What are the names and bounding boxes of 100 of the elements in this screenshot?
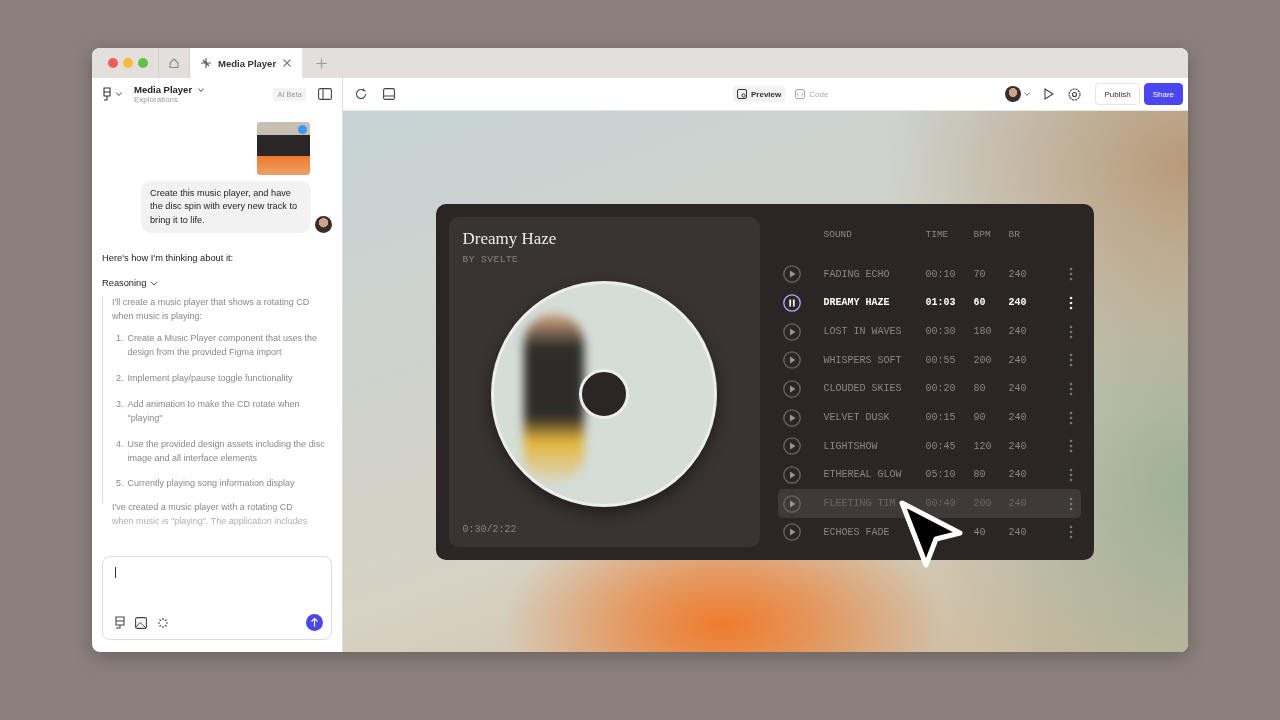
track-br: 240 [1008, 383, 1028, 395]
track-name: LOST IN WAVES [823, 326, 903, 338]
track-bpm: 80 [973, 469, 987, 481]
track-br: 240 [1008, 354, 1028, 366]
track-row[interactable]: LIGHTSHOW 00:45 120 240 [777, 431, 1081, 461]
track-time: 05:10 [925, 469, 957, 481]
track-bpm: 60 [973, 297, 987, 309]
playback-time: 0:30/2:22 [462, 523, 518, 535]
settings-icon[interactable] [1068, 87, 1082, 101]
play-button-icon[interactable] [782, 265, 801, 284]
track-bpm: 80 [973, 383, 987, 395]
play-button-icon[interactable] [782, 494, 801, 513]
column-header: SOUND [823, 228, 853, 240]
track-br: 240 [1008, 412, 1028, 424]
caret-icon[interactable] [116, 92, 122, 96]
assistant-message: Here's how I'm thinking about it: [102, 253, 235, 264]
track-br: 240 [1008, 268, 1028, 280]
track-row[interactable]: LOST IN WAVES 00:30 180 240 [777, 317, 1081, 346]
step-number: 2. [116, 371, 124, 385]
track-br: 240 [1008, 326, 1028, 338]
view-tab[interactable]: Code [791, 86, 833, 102]
play-icon[interactable] [1044, 88, 1055, 100]
reasoning-text: I'll create a music player that shows a rotating CD when music is playing: [112, 296, 311, 323]
reasoning-toggle[interactable]: Reasoning [102, 278, 332, 289]
minimize-window-dot[interactable] [123, 58, 133, 68]
browser-tab[interactable]: Media Player [190, 48, 303, 78]
track-row[interactable]: FADING ECHO 00:10 70 240 [777, 259, 1081, 289]
track-name: LIGHTSHOW [823, 440, 879, 452]
step-number: 3. [116, 397, 124, 411]
home-icon[interactable] [168, 57, 180, 69]
view-tab[interactable]: Preview [733, 86, 786, 102]
step-text: Add animation to make the CD rotate when "playing" [127, 397, 301, 425]
play-button-icon[interactable] [782, 351, 801, 370]
step-text: Use the provided design assets including the disc image and all interface elements [127, 437, 326, 465]
track-name: CLOUDED SKIES [823, 383, 903, 395]
image-icon[interactable] [135, 616, 147, 629]
track-name: ETHEREAL GLOW [823, 469, 903, 481]
sidebar-toggle-icon[interactable] [318, 88, 332, 100]
track-bpm: 180 [973, 326, 993, 338]
step-text: Implement play/pause toggle functionality [127, 371, 293, 385]
track-title: Dreamy Haze [462, 228, 558, 249]
caret-icon[interactable] [1024, 92, 1031, 96]
play-button-icon[interactable] [782, 523, 801, 542]
maximize-window-dot[interactable] [138, 58, 148, 68]
track-row[interactable]: ETHEREAL GLOW 05:10 80 240 [777, 460, 1081, 490]
step-number: 4. [116, 437, 124, 451]
project-subtitle: Explorations [134, 95, 180, 104]
column-header: BPM [973, 228, 992, 240]
track-row[interactable]: DREAMY HAZE 01:03 60 240 [777, 288, 1081, 318]
track-row[interactable]: WHISPERS SOFT 00:55 200 240 [777, 345, 1081, 375]
message-input[interactable] [102, 556, 332, 640]
track-name: FADING ECHO [823, 268, 891, 280]
track-bpm: 90 [973, 412, 987, 424]
track-br: 240 [1008, 440, 1028, 452]
track-time: 00:45 [925, 440, 957, 452]
caret-icon[interactable] [198, 87, 205, 92]
column-header: TIME [925, 228, 950, 240]
attached-image-thumbnail[interactable] [257, 122, 310, 175]
refresh-icon[interactable] [355, 88, 367, 100]
publish-button[interactable]: Publish [1095, 83, 1140, 105]
more-options-icon[interactable] [1068, 295, 1073, 310]
column-header: BR [1008, 228, 1021, 240]
track-bpm: 70 [973, 268, 987, 280]
track-row[interactable]: CLOUDED SKIES 00:20 80 240 [777, 374, 1081, 404]
track-br: 240 [1008, 469, 1028, 481]
play-button-icon[interactable] [782, 437, 801, 456]
chevron-icon [150, 280, 159, 286]
track-br: 240 [1008, 297, 1028, 309]
track-name: ECHOES FADE [823, 526, 891, 538]
track-time: 00:10 [925, 268, 957, 280]
share-button[interactable]: Share [1143, 83, 1183, 105]
track-name: DREAMY HAZE [823, 297, 891, 309]
track-time: 01:03 [925, 297, 957, 309]
assistant-reply-text: I've created a music player with a rotating CD [111, 501, 294, 515]
sparkle-icon[interactable] [157, 616, 169, 629]
play-button-icon[interactable] [782, 408, 801, 427]
track-artist: BY SVELTE [462, 253, 520, 265]
play-button-icon[interactable] [782, 379, 801, 398]
pause-button-icon[interactable] [782, 293, 801, 312]
shapes-icon [200, 57, 212, 69]
track-bpm: 40 [973, 526, 987, 538]
track-bpm: 120 [973, 440, 993, 452]
track-time: 00:15 [925, 412, 957, 424]
send-icon[interactable] [306, 614, 323, 631]
track-time: 00:20 [925, 383, 957, 395]
close-icon[interactable] [282, 58, 293, 68]
track-name: VELVET DUSK [823, 412, 891, 424]
play-button-icon[interactable] [782, 322, 801, 341]
play-button-icon[interactable] [782, 465, 801, 484]
close-window-dot[interactable] [108, 58, 118, 68]
user-avatar[interactable] [1005, 86, 1022, 102]
track-row[interactable]: ECHOES FADE 40 240 [777, 517, 1081, 547]
code-icon [795, 89, 806, 99]
project-name[interactable]: Media Player [134, 84, 193, 95]
track-row[interactable]: VELVET DUSK 00:15 90 240 [777, 403, 1081, 432]
assistant-reply-text: when music is "playing". The application includes [111, 515, 309, 529]
step-text: Currently playing song information display [127, 477, 295, 491]
step-number: 5. [116, 477, 124, 491]
step-number: 1. [116, 331, 124, 345]
panel-icon[interactable] [383, 88, 395, 100]
